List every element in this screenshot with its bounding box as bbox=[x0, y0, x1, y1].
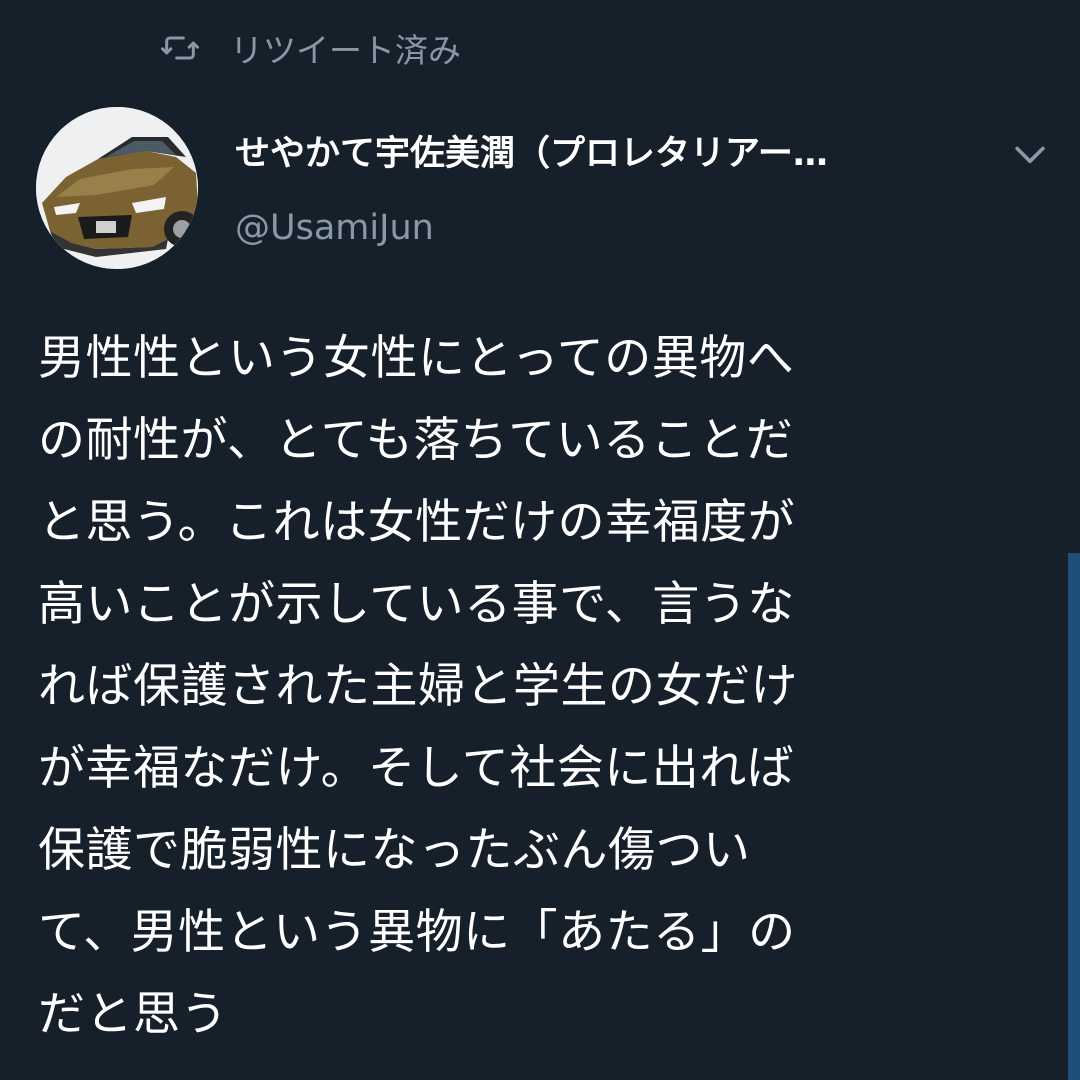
retweet-label: リツイート済み bbox=[230, 31, 461, 70]
tweet-text: 男性性という女性にとっての異物へ の耐性が、とても落ちていることだ と思う。これ… bbox=[38, 318, 1048, 1056]
tweet-text-line: が幸福なだけ。そして社会に出れば bbox=[38, 741, 795, 796]
chevron-down-icon bbox=[1015, 146, 1045, 164]
tweet-text-line: だと思う bbox=[38, 987, 228, 1042]
avatar[interactable] bbox=[36, 107, 198, 269]
tweet-text-line: 保護で脆弱性になったぶん傷つい bbox=[38, 823, 751, 878]
tweet-card[interactable]: リツイート済み せやかて宇佐美潤（プロレタリアー… @UsamiJun 男性性と… bbox=[0, 0, 1080, 1080]
tweet-menu-button[interactable] bbox=[1008, 132, 1052, 176]
tweet-text-line: 高いことが示している事で、言うな bbox=[38, 577, 795, 632]
scrollbar-thumb[interactable] bbox=[1068, 553, 1080, 1080]
retweet-icon bbox=[160, 28, 230, 68]
tweet-text-line: と思う。これは女性だけの幸福度が bbox=[38, 495, 796, 550]
car-avatar bbox=[36, 107, 198, 269]
display-name[interactable]: せやかて宇佐美潤（プロレタリアー… bbox=[235, 128, 975, 180]
user-handle[interactable]: @UsamiJun bbox=[235, 203, 434, 253]
tweet-text-line: て、男性という異物に「あたる」の bbox=[38, 905, 796, 960]
tweet-text-line: の耐性が、とても落ちていることだ bbox=[38, 413, 794, 468]
retweet-indicator: リツイート済み bbox=[160, 22, 461, 74]
tweet-text-line: れば保護された主婦と学生の女だけ bbox=[38, 659, 798, 714]
tweet-text-line: 男性性という女性にとっての異物へ bbox=[38, 331, 795, 386]
